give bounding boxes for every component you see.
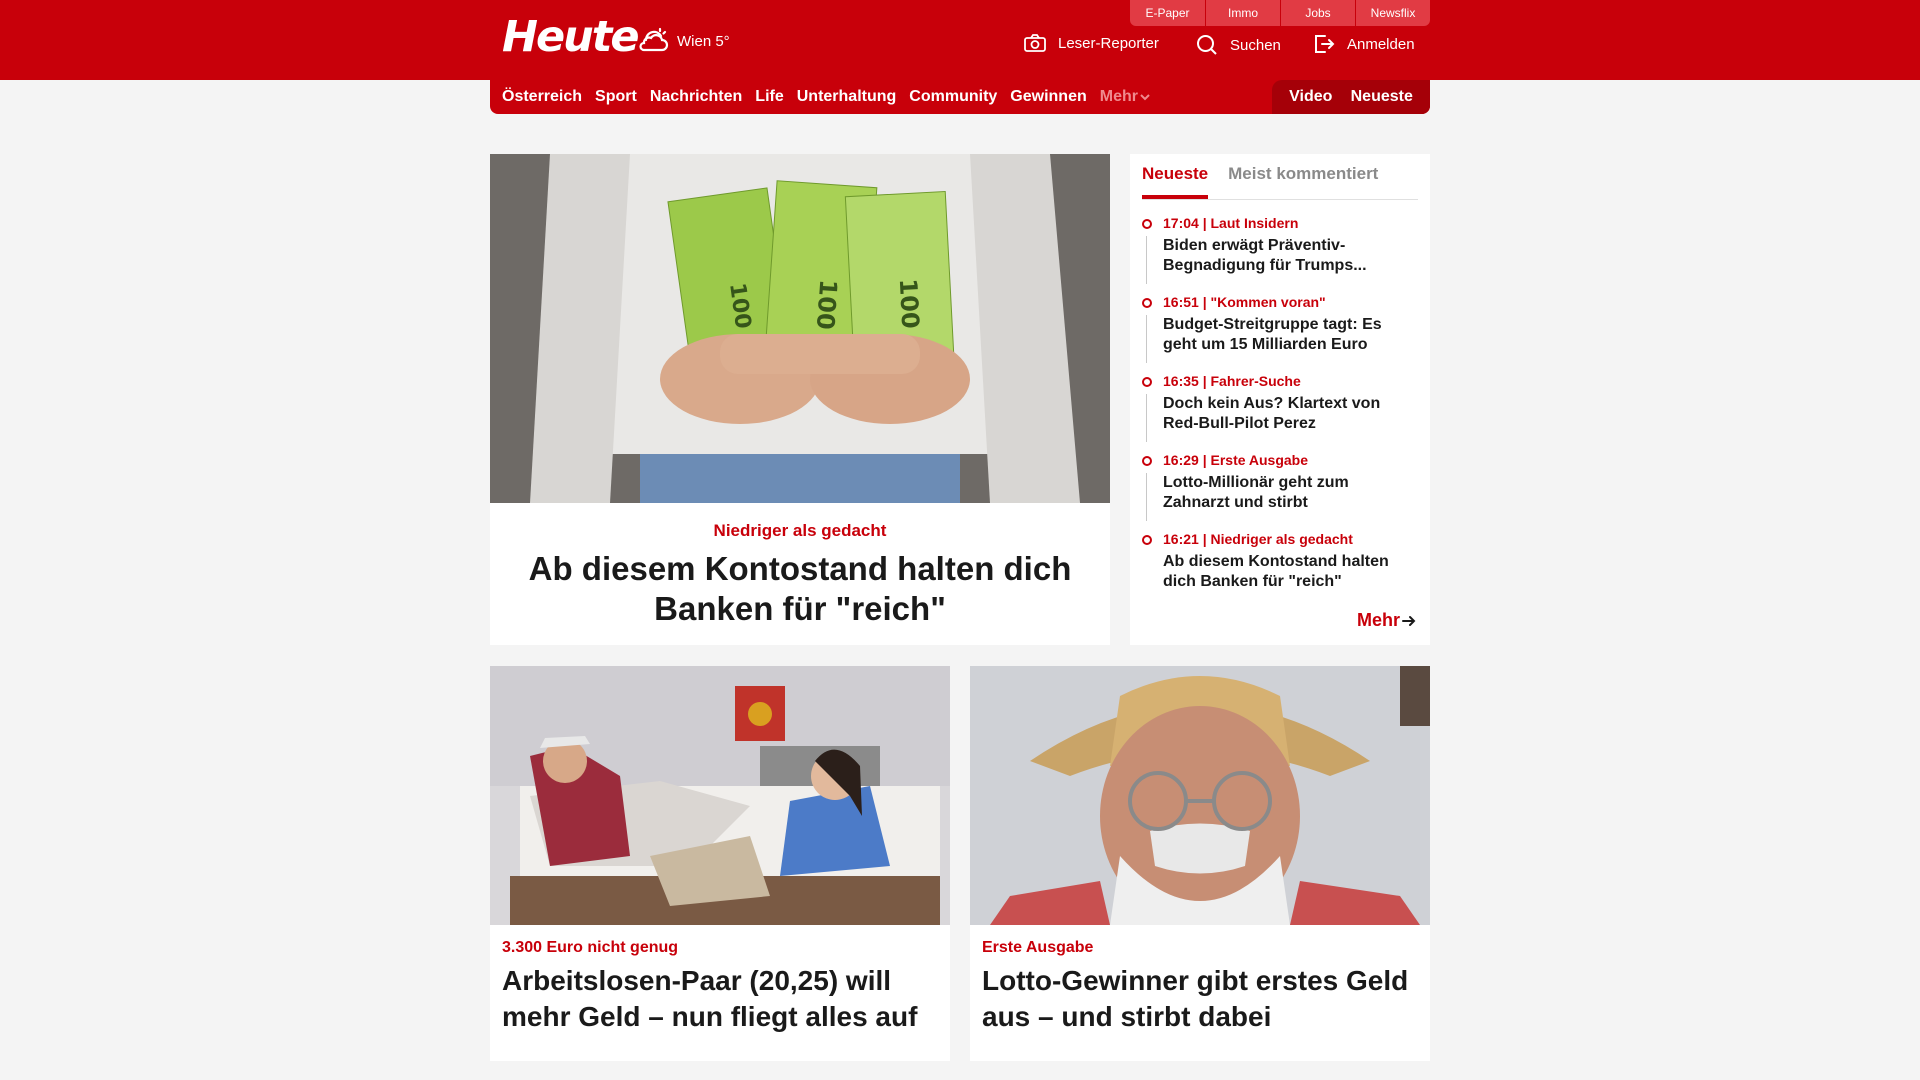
news-meta: 16:35 | Fahrer-Suche (1163, 373, 1301, 389)
weather-label: Wien 5° (677, 32, 730, 50)
nav-video[interactable]: Video (1289, 88, 1332, 106)
nav-item-community[interactable]: Community (909, 88, 997, 106)
article-kicker: 3.300 Euro nicht genug (502, 939, 679, 956)
article-kicker: Erste Ausgabe (982, 939, 1094, 956)
nav-item-gewinnen[interactable]: Gewinnen (1010, 88, 1086, 106)
list-item[interactable]: 16:35 | Fahrer-Suche Doch kein Aus? Klar… (1142, 372, 1418, 451)
article-card[interactable]: Erste Ausgabe Lotto-Gewinner gibt erstes… (970, 666, 1430, 1061)
timeline-dot (1142, 456, 1152, 466)
timeline-line (1146, 315, 1147, 363)
site-header (0, 0, 1920, 80)
list-item[interactable]: 17:04 | Laut Insidern Biden erwägt Präve… (1142, 214, 1418, 293)
login-button[interactable]: Anmelden (1313, 34, 1415, 54)
nav-item-sport[interactable]: Sport (595, 88, 637, 106)
nav-more-label: Mehr (1099, 88, 1138, 105)
news-title[interactable]: Ab diesem Kontostand halten dich Banken … (1163, 552, 1418, 592)
timeline-dot (1142, 377, 1152, 387)
nav-item-life[interactable]: Life (755, 88, 783, 106)
svg-text:100: 100 (811, 279, 842, 331)
news-meta: 17:04 | Laut Insidern (1163, 215, 1299, 231)
nav-item-unterhaltung[interactable]: Unterhaltung (797, 88, 897, 106)
hero-image[interactable]: 100 100 100 (490, 154, 1110, 503)
tab-neueste[interactable]: Neueste (1142, 164, 1209, 199)
weather-widget[interactable]: Wien 5° (638, 26, 730, 56)
nav-more-dropdown[interactable]: Mehr (1100, 88, 1152, 106)
top-link-epaper[interactable]: E-Paper (1130, 0, 1205, 26)
search-label: Suchen (1230, 36, 1281, 54)
nav-right-group: Video Neueste (1272, 80, 1430, 114)
timeline-dot (1142, 535, 1152, 545)
leser-reporter-button[interactable]: Leser-Reporter (1024, 34, 1159, 52)
list-item[interactable]: 16:51 | "Kommen voran" Budget-Streitgrup… (1142, 293, 1418, 372)
cloud-sun-icon (639, 27, 669, 52)
timeline-line (1146, 394, 1147, 442)
article-image[interactable] (490, 666, 950, 925)
timeline-line (1146, 236, 1147, 284)
main-nav: Österreich Sport Nachrichten Life Unterh… (490, 80, 1430, 114)
arrow-right-icon (1402, 615, 1416, 626)
nav-item-oesterreich[interactable]: Österreich (502, 88, 582, 106)
article-title[interactable]: Lotto-Gewinner gibt erstes Geld aus – un… (982, 963, 1418, 1035)
top-link-immo[interactable]: Immo (1205, 0, 1280, 26)
tab-meist-kommentiert[interactable]: Meist kommentiert (1228, 164, 1378, 199)
list-item[interactable]: 16:21 | Niedriger als gedacht Ab diesem … (1142, 530, 1418, 609)
search-button[interactable]: Suchen (1196, 34, 1281, 56)
more-label: Mehr (1356, 610, 1400, 630)
news-list: 17:04 | Laut Insidern Biden erwägt Präve… (1142, 214, 1418, 609)
hero-kicker: Niedriger als gedacht (713, 521, 887, 540)
article-title[interactable]: Arbeitslosen-Paar (20,25) will mehr Geld… (502, 963, 938, 1035)
hero-article[interactable]: 100 100 100 Niedriger als gedacht Ab die… (490, 154, 1110, 645)
top-links: E-Paper Immo Jobs Newsflix (1130, 0, 1430, 26)
timeline-line (1146, 473, 1147, 521)
leser-reporter-label: Leser-Reporter (1058, 34, 1159, 52)
timeline-dot (1142, 298, 1152, 308)
news-title[interactable]: Lotto-Millionär geht zum Zahnarzt und st… (1163, 473, 1418, 513)
article-image[interactable] (970, 666, 1430, 925)
login-icon (1315, 35, 1335, 53)
search-icon (1197, 35, 1217, 55)
top-link-jobs[interactable]: Jobs (1280, 0, 1355, 26)
news-meta: 16:29 | Erste Ausgabe (1163, 452, 1309, 468)
login-label: Anmelden (1347, 35, 1415, 53)
list-item[interactable]: 16:29 | Erste Ausgabe Lotto-Millionär ge… (1142, 451, 1418, 530)
sidebar-more-link[interactable]: Mehr (1357, 610, 1418, 631)
camera-icon (1024, 34, 1046, 52)
sidebar-tabs: Neueste Meist kommentiert (1142, 154, 1418, 200)
news-meta: 16:21 | Niedriger als gedacht (1163, 531, 1353, 547)
news-meta: 16:51 | "Kommen voran" (1163, 294, 1326, 310)
news-title[interactable]: Budget-Streitgruppe tagt: Es geht um 15 … (1163, 315, 1418, 355)
news-title[interactable]: Doch kein Aus? Klartext von Red-Bull-Pil… (1163, 394, 1418, 434)
timeline-dot (1142, 219, 1152, 229)
svg-text:100: 100 (894, 278, 925, 330)
news-title[interactable]: Biden erwägt Präventiv-Begnadigung für T… (1163, 236, 1418, 276)
nav-neueste[interactable]: Neueste (1351, 88, 1413, 106)
chevron-down-icon (1140, 94, 1150, 101)
news-sidebar: Neueste Meist kommentiert 17:04 | Laut I… (1130, 154, 1430, 645)
hero-title[interactable]: Ab diesem Kontostand halten dich Banken … (490, 549, 1110, 629)
nav-item-nachrichten[interactable]: Nachrichten (650, 88, 742, 106)
top-link-newsflix[interactable]: Newsflix (1355, 0, 1430, 26)
site-logo[interactable]: Heute (502, 12, 639, 62)
article-card[interactable]: 3.300 Euro nicht genug Arbeitslosen-Paar… (490, 666, 950, 1061)
